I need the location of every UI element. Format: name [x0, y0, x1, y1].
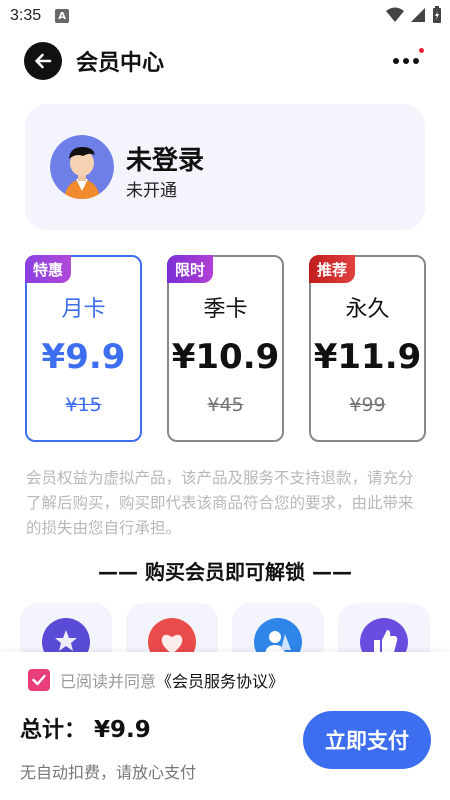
checkout-bar: 已阅读并同意 《会员服务协议》 总计： ¥9.9 无自动扣费，请放心支付 立即支付: [0, 652, 450, 800]
plan-card-quarterly[interactable]: 限时 季卡 ¥10.9 ¥45: [167, 255, 284, 442]
app-bar: 会员中心: [24, 38, 428, 84]
avatar[interactable]: [50, 135, 114, 199]
notification-badge-icon: A: [55, 9, 70, 23]
checkmark-icon: [32, 674, 46, 686]
plan-card-monthly[interactable]: 特惠 月卡 ¥9.9 ¥15: [25, 255, 142, 442]
plan-original-price: ¥15: [65, 394, 102, 416]
total-price: 总计： ¥9.9: [20, 712, 151, 744]
agreement-prefix: 已阅读并同意: [60, 672, 157, 691]
page-title: 会员中心: [76, 51, 165, 76]
more-dots-icon: [393, 58, 419, 64]
plan-price: ¥9.9: [41, 337, 126, 377]
status-icons: [386, 6, 442, 24]
back-button[interactable]: [24, 42, 62, 80]
wifi-icon: [386, 7, 404, 22]
signal-icon: [411, 8, 425, 22]
agreement-checkbox[interactable]: [28, 669, 50, 691]
more-button[interactable]: [384, 38, 428, 84]
arrow-left-icon: [35, 53, 52, 69]
plan-tag: 推荐: [309, 255, 356, 283]
notification-dot: [419, 48, 424, 53]
plan-original-price: ¥99: [349, 394, 386, 416]
plan-tag: 限时: [167, 255, 214, 283]
user-name: 未登录: [126, 146, 205, 176]
total-label: 总计：: [20, 718, 87, 743]
unlock-section-title: —— 购买会员即可解锁 ——: [98, 560, 352, 584]
avatar-icon: [50, 135, 114, 199]
plan-price: ¥10.9: [171, 337, 280, 377]
status-bar: 3:35 A: [0, 0, 450, 32]
pay-now-button[interactable]: 立即支付: [303, 711, 431, 769]
plan-card-lifetime[interactable]: 推荐 永久 ¥11.9 ¥99: [309, 255, 426, 442]
user-card[interactable]: 未登录 未开通: [25, 104, 425, 230]
payment-tip: 无自动扣费，请放心支付: [20, 763, 197, 782]
membership-status: 未开通: [126, 181, 177, 201]
plan-name: 永久: [345, 297, 390, 322]
refund-notice: 会员权益为虚拟产品，该产品及服务不支持退款，请充分了解后购买，购买即代表该商品符…: [26, 469, 414, 537]
plan-name: 季卡: [203, 297, 248, 322]
plan-name: 月卡: [61, 297, 106, 322]
agreement-row: 已阅读并同意 《会员服务协议》: [28, 668, 284, 692]
status-time: 3:35: [10, 7, 42, 24]
battery-icon: [433, 6, 441, 23]
plan-original-price: ¥45: [207, 394, 244, 416]
total-amount: ¥9.9: [94, 717, 151, 743]
plan-price: ¥11.9: [313, 337, 422, 377]
agreement-link[interactable]: 《会员服务协议》: [156, 668, 284, 692]
plan-tag: 特惠: [25, 255, 72, 283]
